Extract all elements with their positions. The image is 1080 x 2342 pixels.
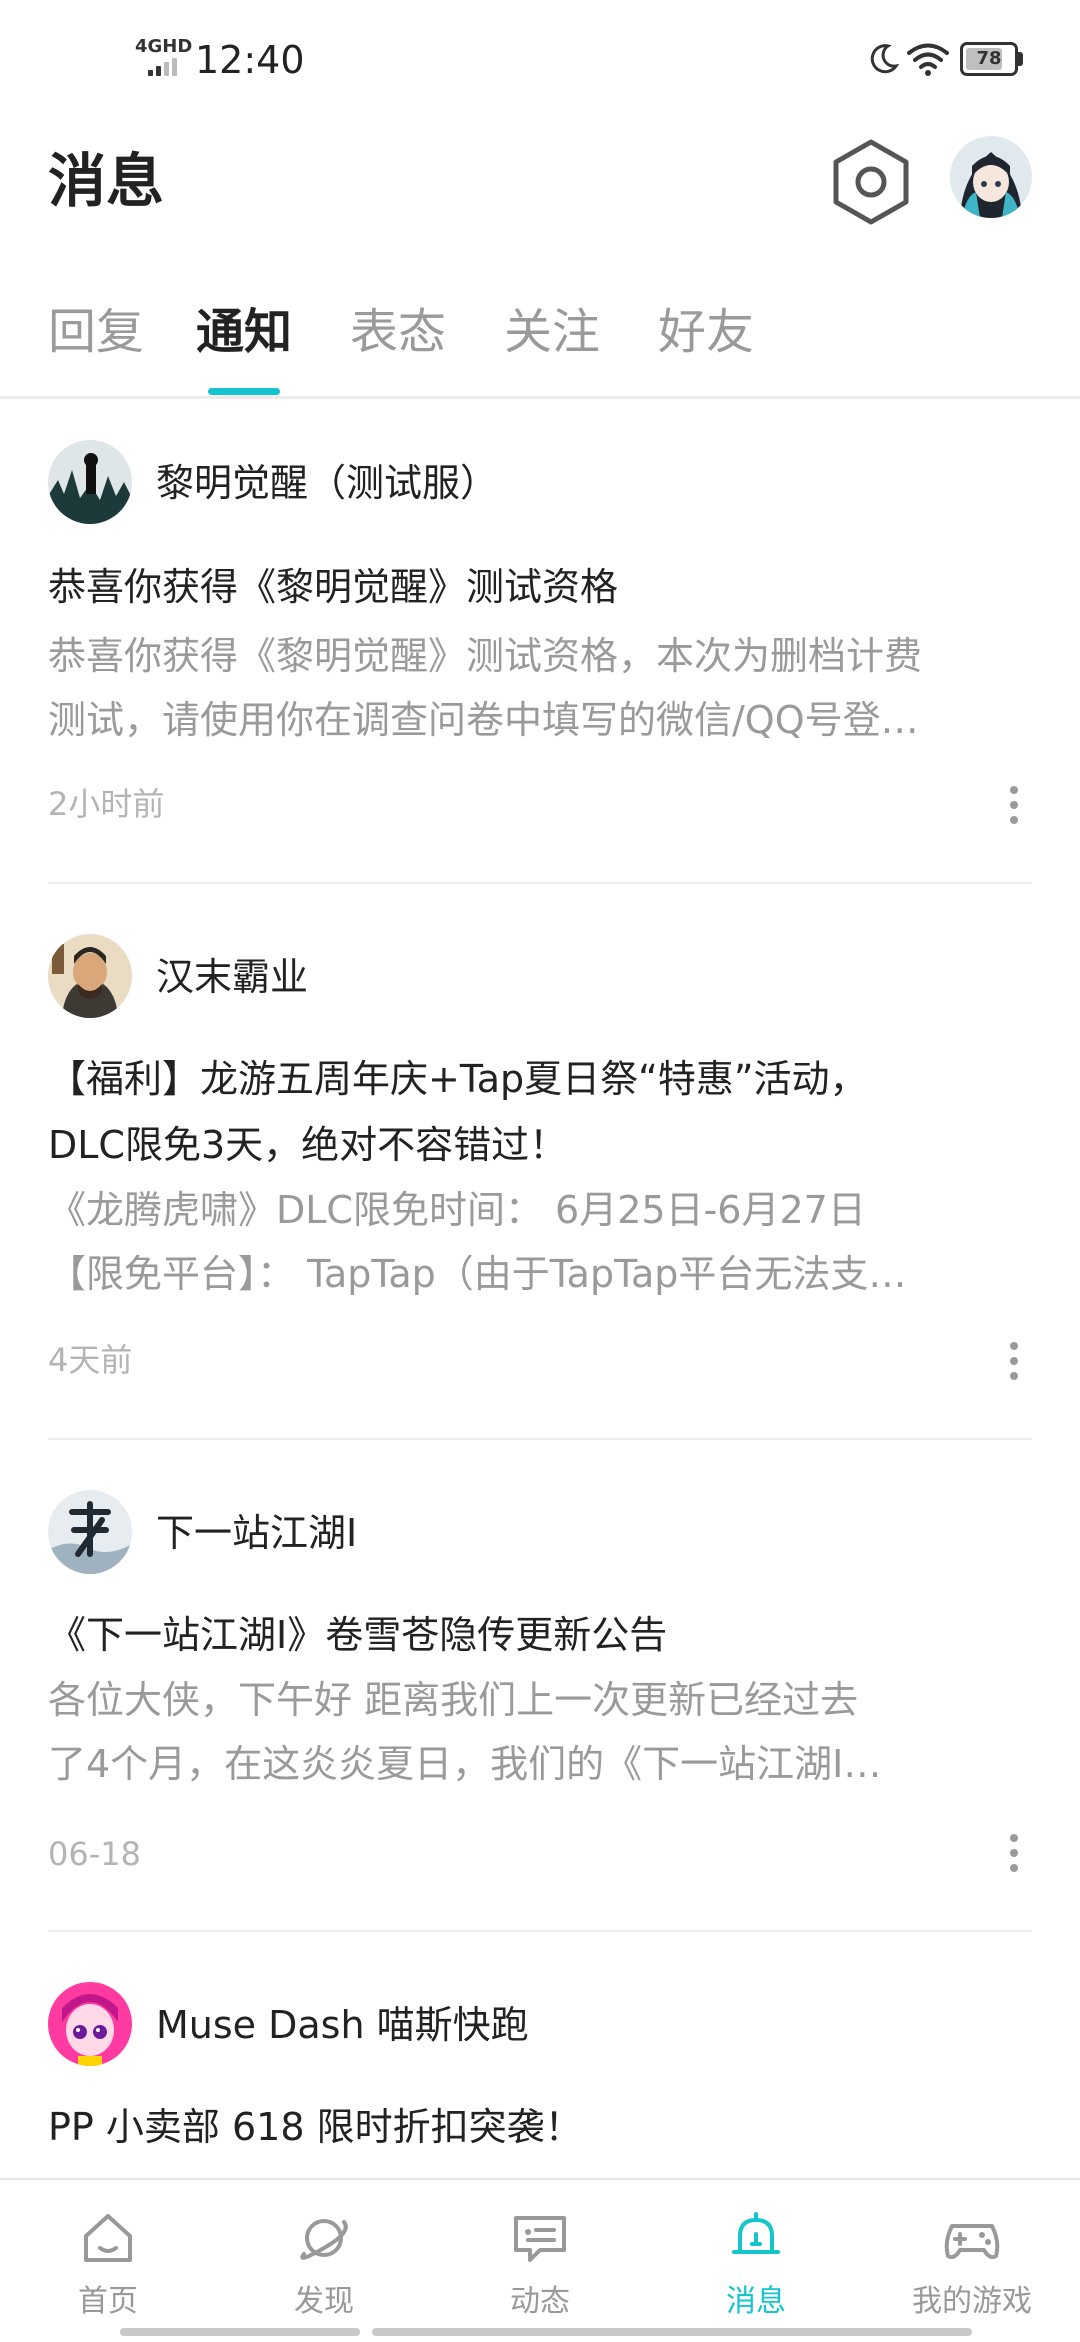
notification-time: 06-18 xyxy=(48,1835,141,1873)
gamepad-icon xyxy=(944,2224,1000,2260)
settings-icon[interactable] xyxy=(830,138,912,226)
notification-source: Muse Dash 喵斯快跑 xyxy=(156,2003,529,2047)
bell-icon xyxy=(732,2212,780,2254)
page-title: 消息 xyxy=(48,147,165,215)
nav-label: 发现 xyxy=(294,2284,354,2319)
body-line: 了4个月，在这炎炎夏日，我们的《下一站江湖Ⅰ… xyxy=(48,1742,882,1786)
notification-title: 恭喜你获得《黎明觉醒》测试资格 xyxy=(48,554,1038,620)
notification-source: 汉末霸业 xyxy=(156,955,309,999)
more-options-icon[interactable] xyxy=(1000,1830,1028,1876)
nav-label: 动态 xyxy=(510,2284,570,2319)
status-bar: 4GHD 12:40 78 xyxy=(0,0,1080,120)
body-line: 《龙腾虎啸》DLC限免时间： 6月25日-6月27日 xyxy=(48,1188,866,1232)
tabs-divider xyxy=(0,396,1080,399)
battery-level: 78 xyxy=(976,48,1002,69)
nav-moments[interactable]: 动态 xyxy=(450,2180,630,2342)
wifi-icon xyxy=(907,43,949,76)
notification-source: 下一站江湖Ⅰ xyxy=(156,1511,358,1555)
tab-follows[interactable]: 关注 xyxy=(504,300,600,364)
body-line: 恭喜你获得《黎明觉醒》测试资格，本次为删档计费 xyxy=(48,634,923,678)
gesture-bar xyxy=(120,2328,360,2336)
status-time: 12:40 xyxy=(195,38,305,82)
active-tab-indicator xyxy=(208,388,280,395)
nav-label: 首页 xyxy=(78,2284,138,2319)
tab-replies[interactable]: 回复 xyxy=(48,300,144,364)
notification-source: 黎明觉醒（测试服） xyxy=(156,461,499,505)
notification-body: 恭喜你获得《黎明觉醒》测试资格，本次为删档计费 测试，请使用你在调查问卷中填写的… xyxy=(48,624,1038,752)
user-avatar[interactable] xyxy=(950,136,1032,218)
nav-messages[interactable]: 消息 xyxy=(666,2180,846,2342)
card-divider xyxy=(48,1930,1032,1932)
bottom-navigation: 首页 发现 动态 消息 我的游戏 xyxy=(0,2178,1080,2342)
nav-discover[interactable]: 发现 xyxy=(234,2180,414,2342)
network-type: 4GHD xyxy=(135,36,193,57)
title-line: 《下一站江湖Ⅰ》卷雪苍隐传更新公告 xyxy=(48,1613,668,1657)
signal-icon xyxy=(148,58,188,76)
nav-label: 消息 xyxy=(726,2284,786,2319)
notification-body: 《龙腾虎啸》DLC限免时间： 6月25日-6月27日 【限免平台】： TapTa… xyxy=(48,1178,1038,1306)
battery-icon: 78 xyxy=(960,42,1018,76)
more-options-icon[interactable] xyxy=(1000,782,1028,828)
tab-bar: 回复 通知 表态 关注 好友 xyxy=(0,300,1080,396)
game-avatar xyxy=(48,1982,132,2066)
tab-notifications[interactable]: 通知 xyxy=(196,300,292,364)
title-line: 恭喜你获得《黎明觉醒》测试资格 xyxy=(48,565,619,609)
notification-body: 各位大侠，下午好 距离我们上一次更新已经过去 了4个月，在这炎炎夏日，我们的《下… xyxy=(48,1668,1038,1796)
do-not-disturb-icon xyxy=(870,44,900,74)
nav-my-games[interactable]: 我的游戏 xyxy=(882,2180,1062,2342)
notification-time: 4天前 xyxy=(48,1341,133,1379)
body-line: 测试，请使用你在调查问卷中填写的微信/QQ号登… xyxy=(48,698,919,742)
title-line: DLC限免3天，绝对不容错过！ xyxy=(48,1123,568,1167)
notification-title: 【福利】龙游五周年庆+Tap夏日祭“特惠”活动， DLC限免3天，绝对不容错过！ xyxy=(48,1046,1038,1178)
card-divider xyxy=(48,1438,1032,1440)
notification-time: 2小时前 xyxy=(48,785,165,823)
game-avatar xyxy=(48,934,132,1018)
more-options-icon[interactable] xyxy=(1000,1338,1028,1384)
notification-title: 《下一站江湖Ⅰ》卷雪苍隐传更新公告 xyxy=(48,1602,1038,1668)
tab-reactions[interactable]: 表态 xyxy=(350,300,446,364)
tab-friends[interactable]: 好友 xyxy=(658,300,754,364)
gesture-bar xyxy=(372,2328,972,2336)
chat-bubble-icon xyxy=(514,2216,566,2262)
game-avatar xyxy=(48,1490,132,1574)
body-line: 【限免平台】： TapTap（由于TapTap平台无法支… xyxy=(48,1252,907,1296)
title-line: 【福利】龙游五周年庆+Tap夏日祭“特惠”活动， xyxy=(48,1057,868,1101)
battery-tip xyxy=(1018,52,1023,66)
planet-icon xyxy=(300,2219,348,2260)
notification-title: PP 小卖部 618 限时折扣突袭！ xyxy=(48,2094,1038,2160)
body-line: 各位大侠，下午好 距离我们上一次更新已经过去 xyxy=(48,1678,859,1722)
home-icon xyxy=(84,2214,132,2262)
title-line: PP 小卖部 618 限时折扣突袭！ xyxy=(48,2105,583,2149)
nav-home[interactable]: 首页 xyxy=(18,2180,198,2342)
card-divider xyxy=(48,882,1032,884)
nav-label: 我的游戏 xyxy=(912,2284,1032,2319)
game-avatar xyxy=(48,440,132,524)
